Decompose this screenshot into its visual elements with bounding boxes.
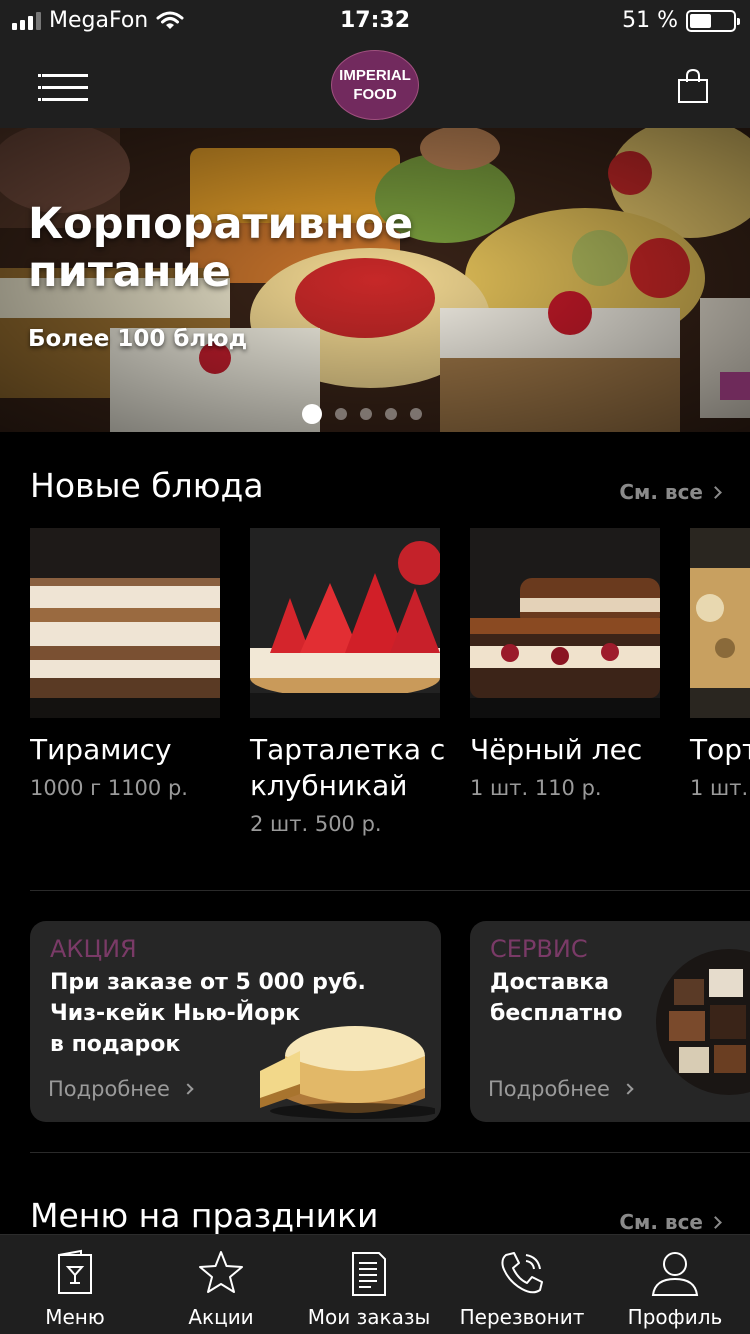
- carousel-dot[interactable]: [385, 408, 397, 420]
- promo-text-line-2: бесплатно: [490, 1001, 623, 1026]
- promo-more-link[interactable]: Подробнее: [48, 1077, 194, 1101]
- product-image: [250, 528, 440, 718]
- promo-tag: АКЦИЯ: [50, 935, 137, 963]
- next-slide-peek: [720, 372, 750, 400]
- product-image: [30, 528, 220, 718]
- product-image: [690, 528, 750, 718]
- product-card-tiramisu[interactable]: Тирамису 1000 г 1100 р.: [30, 528, 220, 800]
- profile-icon: [651, 1252, 699, 1296]
- document-icon: [352, 1252, 386, 1296]
- promo-carousel[interactable]: Корпоративное питание Более 100 блюд: [0, 128, 750, 432]
- product-name: Тарталетка с клубникай: [250, 732, 446, 804]
- shopping-bag-icon[interactable]: [676, 68, 710, 104]
- product-name-line-2: клубникай: [250, 769, 408, 802]
- product-weight-price: 1 шт.: [690, 776, 749, 800]
- tab-call-back[interactable]: Перезвонит: [447, 1235, 597, 1334]
- see-all-label: См. все: [619, 480, 703, 504]
- product-name: Тирамису: [30, 733, 172, 766]
- carousel-dot[interactable]: [302, 404, 322, 424]
- tab-label: Перезвонит: [459, 1305, 585, 1329]
- product-weight-price: 1 шт. 110 р.: [470, 776, 602, 800]
- promo-text: Доставка бесплатно: [490, 967, 623, 1029]
- bottom-tab-bar: Меню Акции Мои заказы Перезвонит Профиль: [0, 1234, 750, 1334]
- hamburger-menu-icon[interactable]: [38, 74, 88, 102]
- tab-label: Меню: [45, 1305, 105, 1329]
- product-card-cake[interactable]: Торт 1 шт.: [690, 528, 750, 800]
- carousel-dot[interactable]: [410, 408, 422, 420]
- cheesecake-image: [260, 1026, 435, 1119]
- tab-label: Профиль: [627, 1305, 723, 1329]
- delivery-box-image: [656, 949, 750, 1095]
- top-navigation-bar: IMPERIAL FOOD: [0, 44, 750, 128]
- promo-tag: СЕРВИС: [490, 935, 588, 963]
- product-weight-price: 2 шт. 500 р.: [250, 812, 382, 836]
- status-bar: MegaFon 17:32 51 %: [0, 0, 750, 44]
- tab-promotions[interactable]: Акции: [146, 1235, 296, 1334]
- product-card-strawberry-tartlet[interactable]: Тарталетка с клубникай 2 шт. 500 р.: [250, 528, 446, 836]
- logo-line-1: IMPERIAL: [339, 67, 411, 84]
- battery-percent: 51 %: [622, 8, 678, 33]
- holiday-menu-see-all-link[interactable]: См. все: [619, 1210, 722, 1234]
- tab-label: Мои заказы: [307, 1305, 431, 1329]
- chevron-right-icon: [709, 485, 722, 499]
- chevron-right-icon: [709, 1215, 722, 1229]
- carousel-dot[interactable]: [335, 408, 347, 420]
- promo-card-free-delivery[interactable]: СЕРВИС Доставка бесплатно Подробнее: [470, 921, 750, 1122]
- section-divider: [30, 1152, 750, 1153]
- product-card-black-forest[interactable]: Чёрный лес 1 шт. 110 р.: [470, 528, 660, 800]
- phone-icon: [501, 1252, 543, 1294]
- new-dishes-see-all-link[interactable]: См. все: [619, 480, 722, 504]
- chevron-right-icon: [622, 1083, 634, 1095]
- more-label: Подробнее: [48, 1077, 170, 1101]
- product-weight-price: 1000 г 1100 р.: [30, 776, 188, 800]
- product-name: Торт: [690, 733, 750, 766]
- hero-subtitle: Более 100 блюд: [28, 326, 248, 352]
- star-icon: [199, 1251, 243, 1293]
- promo-text-line-1: При заказе от 5 000 руб.: [50, 970, 366, 995]
- tab-my-orders[interactable]: Мои заказы: [294, 1235, 444, 1334]
- battery-icon: [686, 9, 740, 32]
- tab-label: Акции: [188, 1305, 254, 1329]
- new-dishes-carousel[interactable]: Тирамису 1000 г 1100 р. Тарталетка с клу…: [30, 528, 750, 868]
- new-dishes-title: Новые блюда: [30, 466, 264, 505]
- logo-line-2: FOOD: [353, 86, 397, 103]
- chevron-right-icon: [182, 1083, 194, 1095]
- promo-card-cheesecake[interactable]: АКЦИЯ При заказе от 5 000 руб. Чиз-кейк …: [30, 921, 441, 1122]
- carousel-pagination[interactable]: [302, 404, 422, 424]
- tab-profile[interactable]: Профиль: [600, 1235, 750, 1334]
- section-divider: [30, 890, 750, 891]
- product-image: [470, 528, 660, 718]
- product-name-line-1: Тарталетка с: [250, 733, 446, 766]
- hero-title: Корпоративное питание: [28, 199, 414, 297]
- imperial-food-logo[interactable]: IMPERIAL FOOD: [331, 50, 419, 120]
- promo-text-line-1: Доставка: [490, 970, 610, 995]
- carousel-dot[interactable]: [360, 408, 372, 420]
- promo-more-link[interactable]: Подробнее: [488, 1077, 634, 1101]
- menu-card-icon: [58, 1249, 92, 1294]
- see-all-label: См. все: [619, 1210, 703, 1234]
- tab-menu[interactable]: Меню: [0, 1235, 150, 1334]
- product-name: Чёрный лес: [470, 733, 643, 766]
- more-label: Подробнее: [488, 1077, 610, 1101]
- holiday-menu-title: Меню на праздники: [30, 1196, 379, 1235]
